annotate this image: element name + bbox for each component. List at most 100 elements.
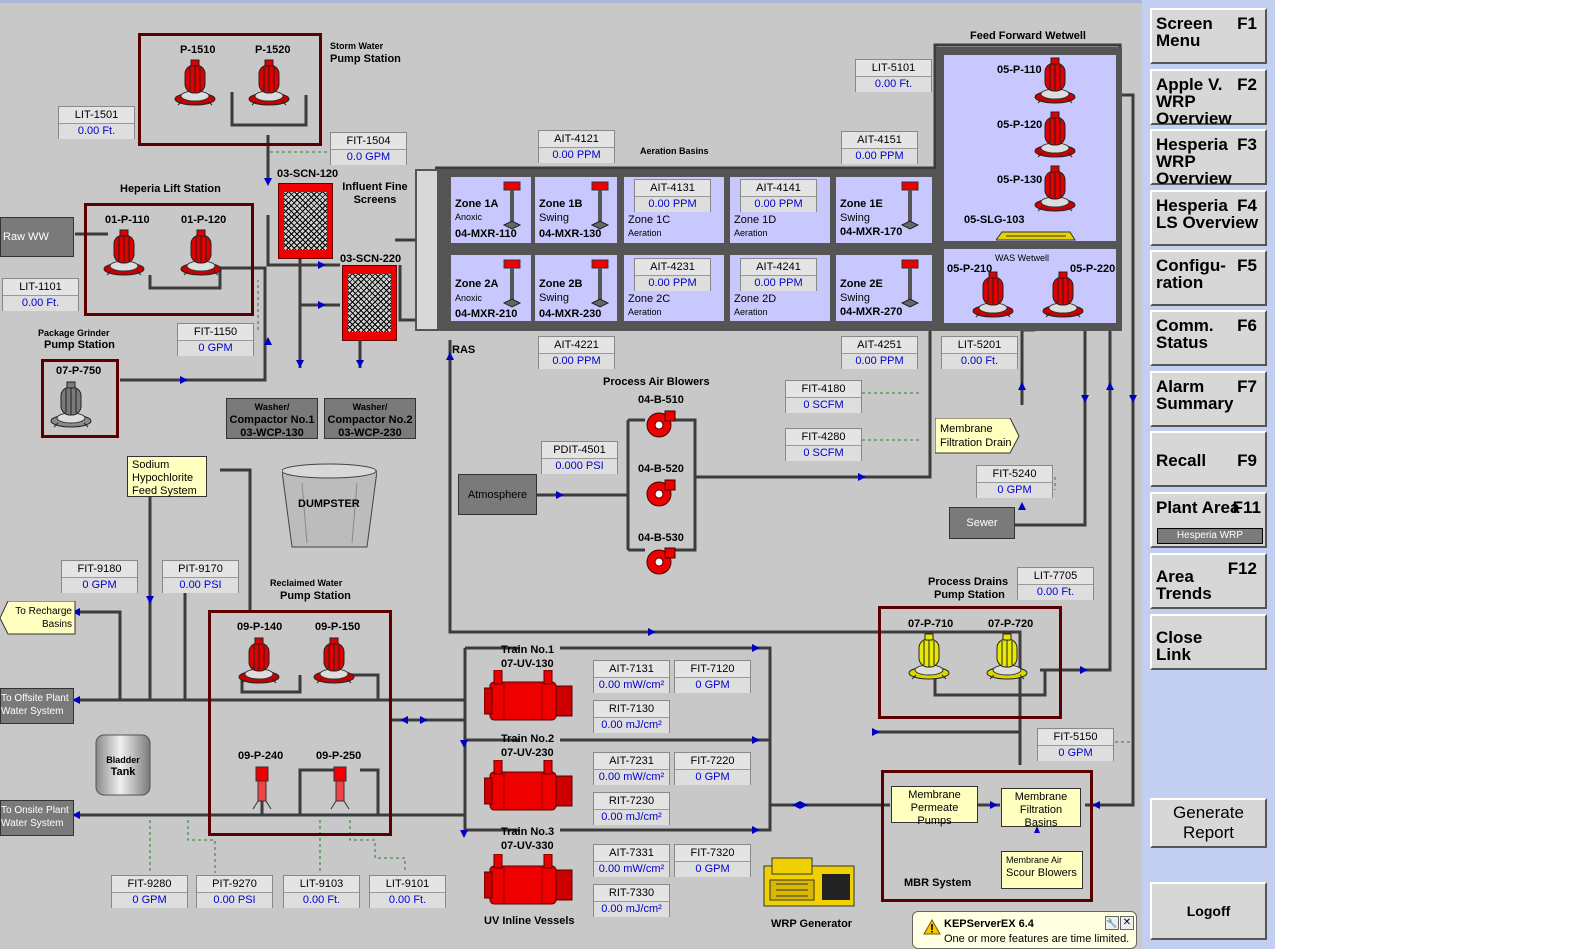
pump-05p210[interactable]: [972, 271, 1014, 326]
pump-09p250[interactable]: [330, 765, 350, 818]
ait-4131[interactable]: AIT-4131 0.00 PPM: [634, 179, 711, 212]
pump-09p150[interactable]: [313, 637, 355, 692]
recall-button[interactable]: Recall F9: [1150, 431, 1267, 487]
fit-4180[interactable]: FIT-4180 0 SCFM: [785, 380, 862, 413]
ait-4251[interactable]: AIT-4251 0.00 PPM: [841, 336, 918, 369]
mixer-04mxr110[interactable]: [502, 181, 524, 236]
mixer-04mxr170[interactable]: [900, 181, 922, 236]
fit-7220[interactable]: FIT-7220 0 GPM: [674, 752, 751, 785]
compactor-2[interactable]: Washer/Compactor No.2 03-WCP-230: [324, 398, 416, 439]
pump-01p120[interactable]: [180, 229, 222, 284]
fit-9280[interactable]: FIT-9280 0 GPM: [111, 875, 188, 908]
uv-train3-label: Train No.3: [501, 826, 555, 838]
sludge-collector-icon[interactable]: [996, 230, 1076, 242]
comm-status-button[interactable]: Comm. Status F6: [1150, 310, 1267, 366]
pdit-4501[interactable]: PDIT-4501 0.000 PSI: [541, 441, 618, 474]
apple-valley-overview-button[interactable]: Apple V. WRP Overview F2: [1150, 69, 1267, 127]
mixer-04mxr230[interactable]: [590, 259, 612, 314]
hesperia-ls-overview-button[interactable]: Hesperia LS Overview F4: [1150, 190, 1267, 246]
fit-9180[interactable]: FIT-9180 0 GPM: [61, 560, 138, 593]
pump-07p710[interactable]: [908, 633, 950, 688]
ait-4121[interactable]: AIT-4121 0.00 PPM: [538, 130, 615, 163]
blower-04b520[interactable]: [645, 478, 677, 515]
pump-09p140[interactable]: [238, 637, 280, 692]
fit-5240[interactable]: FIT-5240 0 GPM: [976, 465, 1053, 498]
rit-7130[interactable]: RIT-7130 0.00 mJ/cm²: [593, 700, 670, 733]
screen-menu-button[interactable]: Screen Menu F1: [1150, 8, 1267, 64]
ait-4151[interactable]: AIT-4151 0.00 PPM: [841, 131, 918, 164]
ait-7131[interactable]: AIT-7131 0.00 mW/cm²: [593, 660, 670, 693]
pump-01p110[interactable]: [103, 229, 145, 284]
settings-icon[interactable]: 🔧: [1105, 916, 1119, 930]
pump-05p120[interactable]: [1034, 111, 1076, 166]
mixer-04mxr130[interactable]: [590, 181, 612, 236]
logoff-button[interactable]: Logoff: [1150, 882, 1267, 940]
uv-vessel-230[interactable]: [483, 759, 576, 821]
blank-area: [1275, 0, 1569, 949]
uv-vessel-330[interactable]: [483, 853, 576, 915]
close-link-button[interactable]: Close Link: [1150, 614, 1267, 670]
generate-report-button[interactable]: Generate Report: [1150, 798, 1267, 848]
generator-icon[interactable]: [762, 854, 858, 910]
pump-p1520[interactable]: [248, 59, 290, 114]
lit-9103[interactable]: LIT-9103 0.00 Ft.: [283, 875, 360, 908]
membrane-filtration-basins[interactable]: Membrane Filtration Basins: [1001, 788, 1081, 829]
rit-7230[interactable]: RIT-7230 0.00 mJ/cm²: [593, 792, 670, 825]
alarm-summary-button[interactable]: Alarm Summary F7: [1150, 371, 1267, 427]
pit-9270[interactable]: PIT-9270 0.00 PSI: [196, 875, 273, 908]
offsite-water-system[interactable]: To Offsite Plant Water System: [0, 688, 74, 724]
kepserver-notification[interactable]: KEPServerEX 6.4 One or more features are…: [912, 911, 1137, 949]
onsite-water-system[interactable]: To Onsite Plant Water System: [0, 800, 74, 836]
fit-1150[interactable]: FIT-1150 0 GPM: [177, 323, 254, 356]
fit-4280[interactable]: FIT-4280 0 SCFM: [785, 428, 862, 461]
blower-04b530-label: 04-B-530: [638, 532, 684, 544]
blower-04b530[interactable]: [645, 546, 677, 583]
ait-7331[interactable]: AIT-7331 0.00 mW/cm²: [593, 844, 670, 877]
pump-01p110-label: 01-P-110: [105, 214, 150, 226]
ait-7231[interactable]: AIT-7231 0.00 mW/cm²: [593, 752, 670, 785]
screen-03scn120[interactable]: [278, 183, 333, 259]
mixer-04mxr210[interactable]: [502, 259, 524, 314]
pump-07p750[interactable]: [50, 381, 92, 436]
pump-07p720[interactable]: [986, 633, 1028, 688]
lit-1101[interactable]: LIT-1101 0.00 Ft.: [2, 278, 79, 311]
was-wetwell-label: WAS Wetwell: [995, 253, 1050, 263]
plant-area-select[interactable]: Hesperia WRP: [1157, 528, 1263, 544]
lit-1501[interactable]: LIT-1501 0.00 Ft.: [58, 106, 135, 139]
slg-103-label: 05-SLG-103: [964, 214, 1025, 226]
configuration-button[interactable]: Configu- ration F5: [1150, 250, 1267, 306]
pump-p1510[interactable]: [174, 59, 216, 114]
ait-4231[interactable]: AIT-4231 0.00 PPM: [634, 258, 711, 291]
screen-03scn220[interactable]: [342, 265, 397, 341]
plant-area-button[interactable]: Plant Area F11 Hesperia WRP: [1150, 492, 1267, 548]
ait-4141[interactable]: AIT-4141 0.00 PPM: [740, 179, 817, 212]
pit-9170[interactable]: PIT-9170 0.00 PSI: [162, 560, 239, 593]
fit-7120[interactable]: FIT-7120 0 GPM: [674, 660, 751, 693]
pump-05p130[interactable]: [1034, 165, 1076, 220]
lit-7705[interactable]: LIT-7705 0.00 Ft.: [1017, 567, 1094, 600]
sodium-hypochlorite-feed[interactable]: Sodium Hypochlorite Feed System: [127, 456, 207, 497]
pump-05p110[interactable]: [1034, 57, 1076, 112]
blower-04b510[interactable]: [645, 409, 677, 446]
compactor-1[interactable]: Washer/Compactor No.1 03-WCP-130: [226, 398, 318, 439]
lit-9101[interactable]: LIT-9101 0.00 Ft.: [369, 875, 446, 908]
close-icon[interactable]: ✕: [1120, 916, 1134, 930]
lit-5101[interactable]: LIT-5101 0.00 Ft.: [855, 59, 932, 92]
mixer-04mxr270[interactable]: [900, 259, 922, 314]
ait-4241[interactable]: AIT-4241 0.00 PPM: [740, 258, 817, 291]
uv-vessel-130[interactable]: [483, 669, 576, 731]
fit-5150[interactable]: FIT-5150 0 GPM: [1037, 728, 1114, 761]
bladder-tank-label: Bladder Tank: [106, 755, 140, 778]
membrane-scour-blowers[interactable]: Membrane Air Scour Blowers: [1001, 851, 1083, 889]
membrane-permeate-pumps[interactable]: Membrane Permeate Pumps: [891, 786, 978, 827]
pump-09p240[interactable]: [252, 765, 272, 818]
lit-5201[interactable]: LIT-5201 0.00 Ft.: [941, 336, 1018, 369]
reclaimed-station-frame: [208, 610, 392, 836]
pump-05p220[interactable]: [1042, 271, 1084, 326]
rit-7330[interactable]: RIT-7330 0.00 mJ/cm²: [593, 884, 670, 917]
hesperia-wrp-overview-button[interactable]: Hesperia WRP Overview F3: [1150, 129, 1267, 187]
ait-4221[interactable]: AIT-4221 0.00 PPM: [538, 336, 615, 369]
fit-7320[interactable]: FIT-7320 0 GPM: [674, 844, 751, 877]
fit-1504[interactable]: FIT-1504 0.0 GPM: [330, 132, 407, 165]
area-trends-button[interactable]: Area Trends F12: [1150, 553, 1267, 609]
